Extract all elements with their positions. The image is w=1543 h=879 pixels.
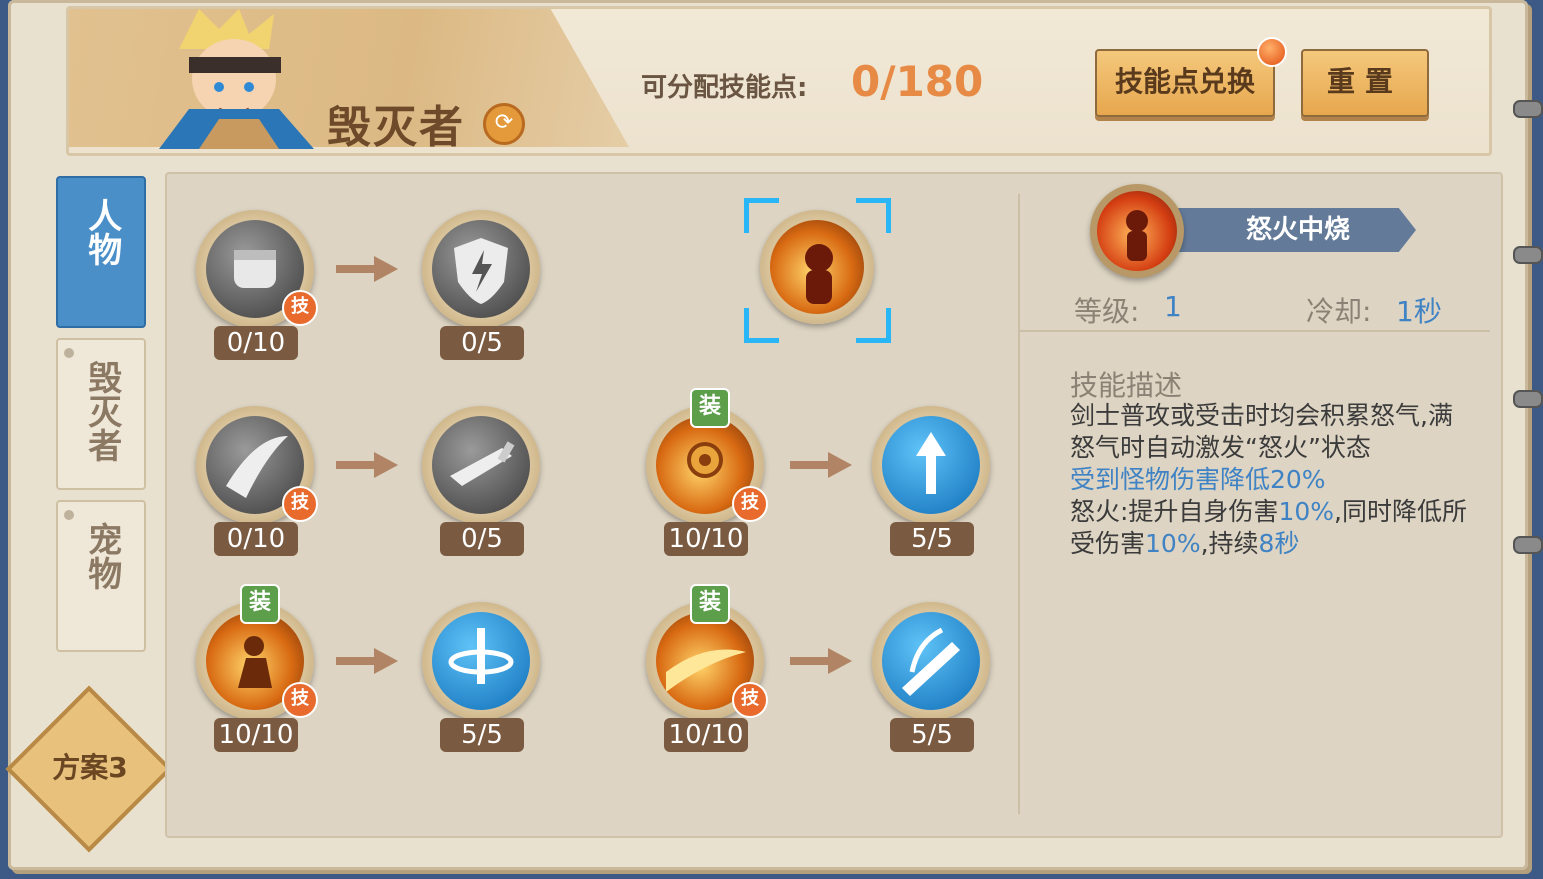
arrow-right-icon xyxy=(790,452,852,478)
tab-character-label: 人物 xyxy=(81,198,122,266)
points-label: 可分配技能点: xyxy=(641,73,808,103)
binder-ring-icon xyxy=(1513,390,1543,408)
desc-value: 10% xyxy=(1278,497,1335,526)
equipped-tag: 装 xyxy=(690,584,730,624)
points-value: 0/180 xyxy=(851,57,984,106)
tab-destroyer[interactable]: 毁灭者 xyxy=(56,338,146,490)
skill-level: 5/5 xyxy=(890,522,974,556)
skill-level: 0/5 xyxy=(440,326,524,360)
level-label: 等级: xyxy=(1074,295,1140,328)
skill-level: 10/10 xyxy=(214,718,298,752)
spin-sword-icon xyxy=(432,612,530,710)
tab-destroyer-label: 毁灭者 xyxy=(81,360,122,462)
arrow-right-icon xyxy=(336,452,398,478)
level-value: 1 xyxy=(1164,290,1182,323)
skill-node-blade-up[interactable]: 5/5 xyxy=(872,406,992,556)
cooldown-label: 冷却: xyxy=(1306,295,1372,328)
tab-pet-label: 宠物 xyxy=(81,522,122,590)
skill-level: 5/5 xyxy=(890,718,974,752)
selection-frame-icon xyxy=(856,308,891,343)
reset-button[interactable]: 重置 xyxy=(1301,49,1429,117)
description-title: 技能描述 xyxy=(1070,369,1183,402)
skill-node-charge[interactable]: 装 技 10/10 xyxy=(196,584,318,752)
tab-pin-icon xyxy=(64,510,74,520)
hero-portrait xyxy=(159,9,314,149)
class-name: 毁灭者 xyxy=(327,102,465,153)
skill-node-sword[interactable]: 0/5 xyxy=(422,406,542,556)
tab-pet[interactable]: 宠物 xyxy=(56,500,146,652)
arrow-right-icon xyxy=(790,648,852,674)
swap-class-icon[interactable]: ⟳ xyxy=(483,103,525,145)
fury-detail-icon xyxy=(1090,184,1184,278)
detail-divider xyxy=(1020,330,1490,332)
selection-frame-icon xyxy=(856,198,891,233)
cooldown-value: 1秒 xyxy=(1396,295,1442,328)
selection-frame-icon xyxy=(744,198,779,233)
panel-divider xyxy=(1018,194,1020,814)
plan-label: 方案3 xyxy=(52,751,128,784)
skill-description: 剑士普攻或受击时均会积累怒气,满怒气时自动激发“怒火”状态 受到怪物伤害降低20… xyxy=(1070,400,1470,560)
shield-icon xyxy=(432,220,530,318)
skill-node-shield[interactable]: 0/5 xyxy=(422,210,542,360)
description-line-highlight: 受到怪物伤害降低20% xyxy=(1070,465,1326,494)
skill-level: 5/5 xyxy=(440,718,524,752)
skill-active-badge: 技 xyxy=(282,486,318,522)
equipped-tag: 装 xyxy=(240,584,280,624)
header-bar: 毁灭者 ⟳ 可分配技能点: 0/180 技能点兑换 重置 xyxy=(66,6,1492,156)
skill-level: 0/10 xyxy=(214,522,298,556)
wave-sword-icon xyxy=(882,612,980,710)
binder-ring-icon xyxy=(1513,246,1543,264)
desc-value: 8秒 xyxy=(1258,529,1300,558)
equipped-tag: 装 xyxy=(690,388,730,428)
skill-node-flame-slash[interactable]: 装 技 10/10 xyxy=(646,584,768,752)
notification-dot-icon xyxy=(1257,37,1287,67)
fury-icon xyxy=(1097,191,1177,271)
skill-node-target[interactable]: 装 技 10/10 xyxy=(646,388,768,556)
fury-icon xyxy=(770,220,864,314)
skill-node-wave-sword[interactable]: 5/5 xyxy=(872,602,992,752)
desc-value: 10% xyxy=(1145,529,1201,558)
skill-active-badge: 技 xyxy=(732,486,768,522)
binder-ring-icon xyxy=(1513,536,1543,554)
desc-text: ,持续 xyxy=(1200,529,1259,558)
skill-active-badge: 技 xyxy=(282,682,318,718)
skill-level: 10/10 xyxy=(664,718,748,752)
skill-level: 10/10 xyxy=(664,522,748,556)
binder-ring-icon xyxy=(1513,100,1543,118)
skill-node-fist[interactable]: 技 0/10 xyxy=(196,210,318,360)
skill-active-badge: 技 xyxy=(732,682,768,718)
tab-pin-icon xyxy=(64,348,74,358)
desc-text: 怒火:提升自身伤害 xyxy=(1070,497,1279,526)
tab-character[interactable]: 人物 xyxy=(56,176,146,328)
exchange-points-button[interactable]: 技能点兑换 xyxy=(1095,49,1275,117)
skill-node-spin[interactable]: 5/5 xyxy=(422,602,542,752)
arrow-right-icon xyxy=(336,648,398,674)
sword-icon xyxy=(432,416,530,514)
skill-active-badge: 技 xyxy=(282,290,318,326)
skill-level: 0/10 xyxy=(214,326,298,360)
description-line: 剑士普攻或受击时均会积累怒气,满怒气时自动激发“怒火”状态 xyxy=(1070,401,1453,462)
skill-name-banner: 怒火中烧 xyxy=(1170,208,1416,252)
skill-level: 0/5 xyxy=(440,522,524,556)
arrow-right-icon xyxy=(336,256,398,282)
selection-frame-icon xyxy=(744,308,779,343)
skill-node-slash[interactable]: 技 0/10 xyxy=(196,406,318,556)
blade-icon xyxy=(882,416,980,514)
description-line: 怒火:提升自身伤害10%,同时降低所受伤害10%,持续8秒 xyxy=(1070,496,1470,560)
